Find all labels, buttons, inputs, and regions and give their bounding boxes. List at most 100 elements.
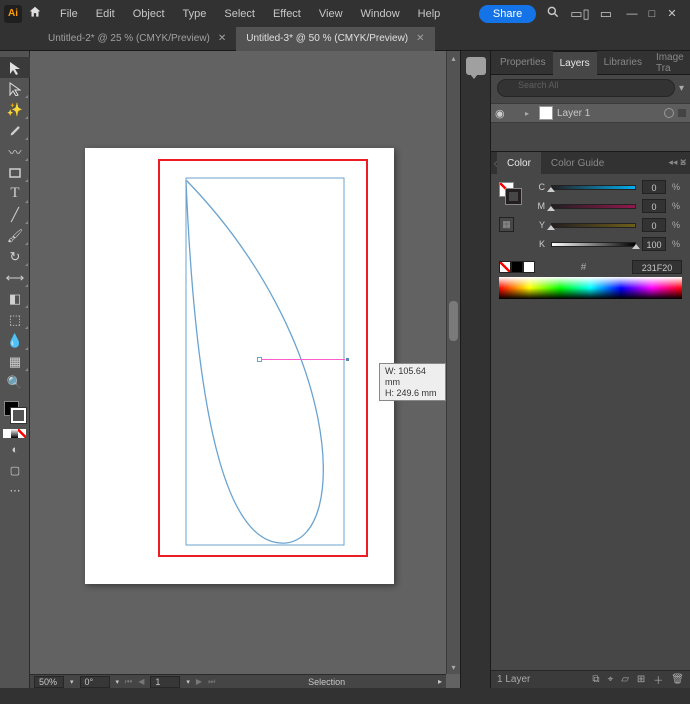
rotation-dropdown-icon[interactable]: ▾ [116,678,120,686]
tab-color[interactable]: Color [497,152,541,174]
artboard-field[interactable]: 1 [150,676,180,688]
layer-row[interactable]: ◉ ▸ Layer 1 [491,103,690,123]
black-value[interactable]: 100 [642,237,666,251]
delete-layer-icon[interactable]: 🗑 [671,674,684,685]
selection-indicator[interactable] [678,109,686,117]
screen-mode-icon[interactable]: ▢ [0,460,30,480]
new-layer-icon[interactable]: ＋ [653,672,663,687]
tab-image-trace[interactable]: Image Tra [649,51,690,75]
type-tool[interactable]: T [0,183,30,204]
vertical-scrollbar[interactable]: ▴ ▾ [446,51,460,674]
zoom-tool[interactable]: 🔍 [0,372,30,393]
fill-stroke-mini[interactable] [499,182,525,208]
filter-icon[interactable]: ▾ [679,83,684,94]
maximize-button[interactable]: □ [642,5,662,23]
curvature-tool[interactable]: 〰 [0,141,30,162]
close-panel-icon[interactable]: ✕ [679,157,687,168]
line-tool[interactable]: ╱ [0,204,30,225]
yellow-value[interactable]: 0 [642,218,666,232]
artboard-dropdown-icon[interactable]: ▾ [186,678,190,686]
stroke-swatch[interactable] [506,189,521,204]
menu-file[interactable]: File [52,4,86,24]
make-clipping-mask-icon[interactable]: ▱ [621,674,629,685]
tab-properties[interactable]: Properties [493,51,553,75]
menu-view[interactable]: View [311,4,351,24]
scroll-down-arrow[interactable]: ▾ [447,660,460,674]
new-sublayer-icon[interactable]: ⊞ [637,674,645,685]
pen-tool[interactable] [0,120,30,141]
magenta-value[interactable]: 0 [642,199,666,213]
doc-tab-1[interactable]: Untitled-2* @ 25 % (CMYK/Preview) ✕ [38,27,236,51]
direct-selection-tool[interactable] [0,78,30,99]
smart-guide [259,359,348,360]
layer-name[interactable]: Layer 1 [557,108,660,119]
search-icon[interactable] [546,5,560,22]
doc-tab-2[interactable]: Untitled-3* @ 50 % (CMYK/Preview) ✕ [236,27,434,51]
status-bar: 50% ▾ 0° ▾ ⏮ ◀ 1 ▾ ▶ ⏭ Selection ▸ [30,674,446,688]
tab-libraries[interactable]: Libraries [597,51,649,75]
stroke-swatch[interactable] [11,408,26,423]
fill-stroke-swatch[interactable] [0,399,30,427]
tab-layers[interactable]: Layers [553,51,597,75]
layer-search-input[interactable]: Search All [497,79,675,97]
zoom-dropdown-icon[interactable]: ▾ [70,678,74,686]
tab-color-guide[interactable]: Color Guide [541,152,614,174]
menu-effect[interactable]: Effect [265,4,309,24]
scroll-right-arrow[interactable]: ▸ [438,677,442,686]
comments-icon[interactable] [466,57,486,75]
rectangle-tool[interactable] [0,162,30,183]
black-slider[interactable] [551,239,636,249]
artboard-prev-icon[interactable]: ◀ [138,677,144,686]
workspace-switcher-icon[interactable]: ▭ [600,6,612,22]
home-icon[interactable] [28,5,42,22]
layer-options-icon[interactable]: ⧉ [592,674,599,685]
c-label: C [535,182,545,192]
menu-help[interactable]: Help [410,4,449,24]
curve-path[interactable] [186,178,344,545]
close-button[interactable]: ✕ [662,5,682,23]
color-mode-swatches[interactable] [3,429,26,438]
cyan-slider[interactable] [551,182,636,192]
share-button[interactable]: Share [479,5,536,23]
rotate-tool[interactable]: ↻ [0,246,30,267]
color-spectrum[interactable] [499,277,682,299]
menu-select[interactable]: Select [216,4,263,24]
shape-builder-tool[interactable]: ⬚ [0,309,30,330]
eyedropper-tool[interactable]: 💧 [0,330,30,351]
gradient-tool[interactable]: ▦ [0,351,30,372]
artboard-last-icon[interactable]: ⏭ [208,677,215,687]
expand-icon[interactable]: ▸ [525,109,535,118]
minimize-button[interactable]: — [622,5,642,23]
close-tab-icon[interactable]: ✕ [218,33,226,44]
locate-object-icon[interactable]: ⌖ [608,674,614,685]
rotation-field[interactable]: 0° [80,676,110,688]
collapse-icon[interactable]: ◂◂ [668,157,677,168]
magic-wand-tool[interactable]: ✨ [0,99,30,120]
canvas-viewport[interactable]: W: 105.64 mm H: 249.6 mm ▴ ▾ 50% ▾ 0° ▾ … [30,51,460,688]
magenta-slider[interactable] [551,201,636,211]
hex-input[interactable]: 231F20 [632,260,682,274]
menu-object[interactable]: Object [125,4,173,24]
scroll-up-arrow[interactable]: ▴ [447,51,460,65]
edit-toolbar-icon[interactable]: ⋯ [0,480,30,500]
close-tab-icon[interactable]: ✕ [416,33,424,44]
scroll-thumb[interactable] [449,301,458,341]
target-icon[interactable] [664,108,674,118]
selection-tool[interactable] [0,57,30,78]
cyan-value[interactable]: 0 [642,180,666,194]
artboard-next-icon[interactable]: ▶ [196,677,202,686]
draw-mode-icon[interactable]: ◐ [0,440,30,460]
extra-swatch[interactable]: ▦ [499,217,514,232]
zoom-field[interactable]: 50% [34,676,64,688]
artboard-first-icon[interactable]: ⏮ [125,677,132,687]
menu-type[interactable]: Type [175,4,215,24]
menu-window[interactable]: Window [353,4,408,24]
yellow-slider[interactable] [551,220,636,230]
width-tool[interactable]: ⟷ [0,267,30,288]
quick-swatches[interactable] [499,261,535,273]
arrange-windows-icon[interactable]: ▭▯ [570,6,589,22]
eraser-tool[interactable]: ◧ [0,288,30,309]
paintbrush-tool[interactable]: 🖌 [0,225,30,246]
menu-edit[interactable]: Edit [88,4,123,24]
visibility-icon[interactable]: ◉ [495,107,509,120]
